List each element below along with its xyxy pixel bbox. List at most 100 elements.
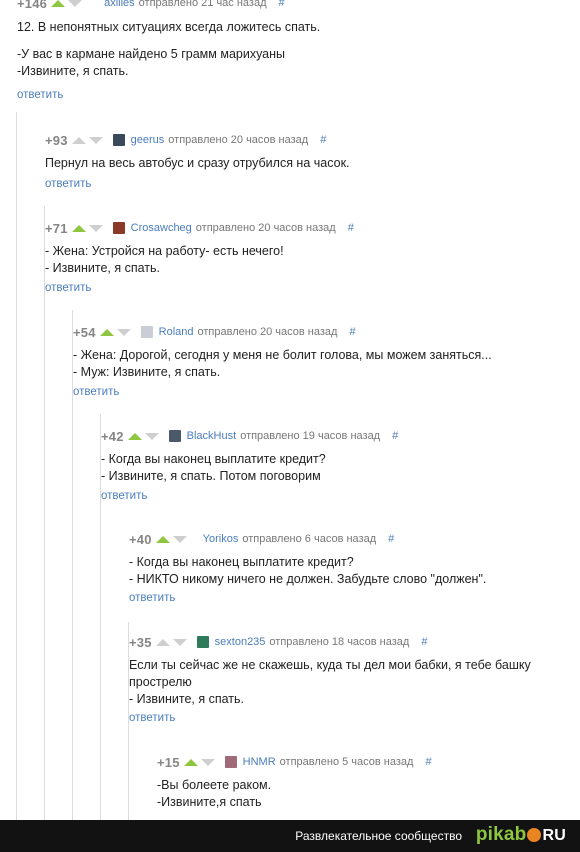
upvote-icon[interactable]: [71, 224, 86, 232]
comment-author[interactable]: HNMR: [243, 756, 276, 768]
reply-link[interactable]: ответить: [129, 592, 175, 604]
upvote-icon[interactable]: [71, 136, 86, 144]
downvote-icon[interactable]: [172, 638, 187, 646]
comment-header: +54 Roland отправлено 20 часов назад #: [73, 324, 356, 340]
comment-header: +93 geerus отправлено 20 часов назад #: [45, 132, 326, 148]
avatar: [168, 430, 181, 442]
upvote-icon[interactable]: [127, 432, 142, 440]
comment-line: - НИКТО никому ничего не должен. Забудьт…: [129, 572, 487, 586]
comment-line: - Когда вы наконец выплатите кредит?: [129, 555, 354, 569]
avatar: [196, 636, 209, 648]
logo-ru: RU: [542, 827, 566, 844]
comment-body: - Когда вы наконец выплатите кредит? - Н…: [129, 554, 569, 588]
comment-header: +15 HNMR отправлено 5 часов назад #: [157, 754, 432, 770]
comment-author[interactable]: BlackHust: [187, 430, 237, 442]
logo-text: pikab: [475, 824, 527, 845]
logo-ball-icon: [527, 827, 542, 842]
comment-permalink[interactable]: #: [320, 134, 326, 146]
downvote-icon[interactable]: [116, 328, 131, 336]
comment-permalink[interactable]: #: [388, 533, 394, 545]
comment-permalink[interactable]: #: [349, 326, 355, 338]
avatar: [112, 222, 125, 234]
thread-line: [44, 206, 45, 820]
comment-score: +93: [45, 132, 68, 148]
downvote-icon[interactable]: [200, 758, 215, 766]
comment-line: 12. В непонятных ситуациях всегда ложите…: [17, 20, 321, 34]
comment-line: [17, 36, 537, 46]
comment-line: - Муж: Извините, я спать.: [73, 365, 221, 379]
comment-score: +54: [73, 324, 96, 340]
comment-body: - Жена: Дорогой, сегодня у меня не болит…: [73, 347, 563, 381]
comment-line: - Жена: Дорогой, сегодня у меня не болит…: [73, 348, 492, 362]
comment-time: отправлено 21 час назад: [138, 0, 267, 9]
comment-author[interactable]: Roland: [159, 326, 194, 338]
upvote-icon[interactable]: [155, 535, 170, 543]
upvote-icon[interactable]: [99, 328, 114, 336]
upvote-icon[interactable]: [155, 638, 170, 646]
comment-line: -Извините,я спать: [157, 795, 262, 809]
comment-line: прострелю: [129, 675, 192, 689]
comment-body: - Жена: Устройся на работу- есть нечего!…: [45, 243, 565, 277]
comment-score: +40: [129, 531, 152, 547]
reply-link[interactable]: ответить: [73, 386, 119, 398]
comment-body: - Когда вы наконец выплатите кредит? - И…: [101, 451, 561, 485]
avatar: [224, 756, 237, 768]
comment-time: отправлено 20 часов назад: [168, 134, 309, 146]
comment-author[interactable]: axilles: [104, 0, 135, 9]
comment-author[interactable]: geerus: [131, 134, 165, 146]
reply-link[interactable]: ответить: [17, 89, 63, 101]
comment-time: отправлено 19 часов назад: [240, 430, 381, 442]
comment-header: +40 Yorikos отправлено 6 часов назад #: [129, 531, 394, 547]
comment-permalink[interactable]: #: [392, 430, 398, 442]
comment-score: +35: [129, 634, 152, 650]
comment-permalink[interactable]: #: [279, 0, 285, 9]
reply-link[interactable]: ответить: [45, 178, 91, 190]
comment-header: +42 BlackHust отправлено 19 часов назад …: [101, 428, 398, 444]
comment-line: -Извините, я спать.: [17, 64, 129, 78]
reply-link[interactable]: ответить: [45, 282, 91, 294]
comment-header: +71 Crosawcheg отправлено 20 часов назад…: [45, 220, 354, 236]
comment-line: - Извините, я спать.: [45, 261, 160, 275]
comment-permalink[interactable]: #: [348, 222, 354, 234]
comment-time: отправлено 6 часов назад: [242, 533, 377, 545]
comment-body: Пернул на весь автобус и сразу отрубился…: [45, 155, 565, 172]
comment-author[interactable]: Yorikos: [203, 533, 239, 545]
comment-header: +146 axilles отправлено 21 час назад #: [17, 0, 285, 11]
comment-permalink[interactable]: #: [421, 636, 427, 648]
comment-author[interactable]: sexton235: [215, 636, 266, 648]
reply-link[interactable]: ответить: [129, 712, 175, 724]
comment-time: отправлено 18 часов назад: [269, 636, 410, 648]
comment-line: - Жена: Устройся на работу- есть нечего!: [45, 244, 284, 258]
downvote-icon[interactable]: [172, 535, 187, 543]
downvote-icon[interactable]: [68, 0, 83, 7]
comment-line: Если ты сейчас же не скажешь, куда ты де…: [129, 658, 531, 672]
comment-score: +42: [101, 428, 124, 444]
comment-body: 12. В непонятных ситуациях всегда ложите…: [17, 19, 537, 80]
comment-time: отправлено 20 часов назад: [195, 222, 336, 234]
upvote-icon[interactable]: [51, 0, 66, 7]
footer-bar: Развлекательное сообщество pikab RU: [0, 820, 580, 852]
comment-score: +146: [17, 0, 48, 11]
comment-time: отправлено 5 часов назад: [279, 756, 414, 768]
downvote-icon[interactable]: [88, 224, 103, 232]
comment-author[interactable]: Crosawcheg: [131, 222, 192, 234]
comment-line: Пернул на весь автобус и сразу отрубился…: [45, 156, 350, 170]
downvote-icon[interactable]: [144, 432, 159, 440]
comment-permalink[interactable]: #: [425, 756, 431, 768]
comment-line: - Извините, я спать.: [129, 692, 244, 706]
comment-body: -Вы болеете раком. -Извините,я спать: [157, 777, 557, 811]
comment-line: - Когда вы наконец выплатите кредит?: [101, 452, 326, 466]
reply-link[interactable]: ответить: [101, 490, 147, 502]
pikabu-logo[interactable]: pikab RU: [476, 824, 566, 846]
thread-line: [16, 112, 17, 820]
comment-line: -Вы болеете раком.: [157, 778, 272, 792]
upvote-icon[interactable]: [183, 758, 198, 766]
comment-header: +35 sexton235 отправлено 18 часов назад …: [129, 634, 427, 650]
downvote-icon[interactable]: [88, 136, 103, 144]
avatar: [140, 326, 153, 338]
comment-score: +71: [45, 220, 68, 236]
avatar: [112, 134, 125, 146]
comment-line: -У вас в кармане найдено 5 грамм марихуа…: [17, 47, 286, 61]
footer-tagline: Развлекательное сообщество: [295, 829, 462, 843]
comment-body: Если ты сейчас же не скажешь, куда ты де…: [129, 657, 569, 708]
